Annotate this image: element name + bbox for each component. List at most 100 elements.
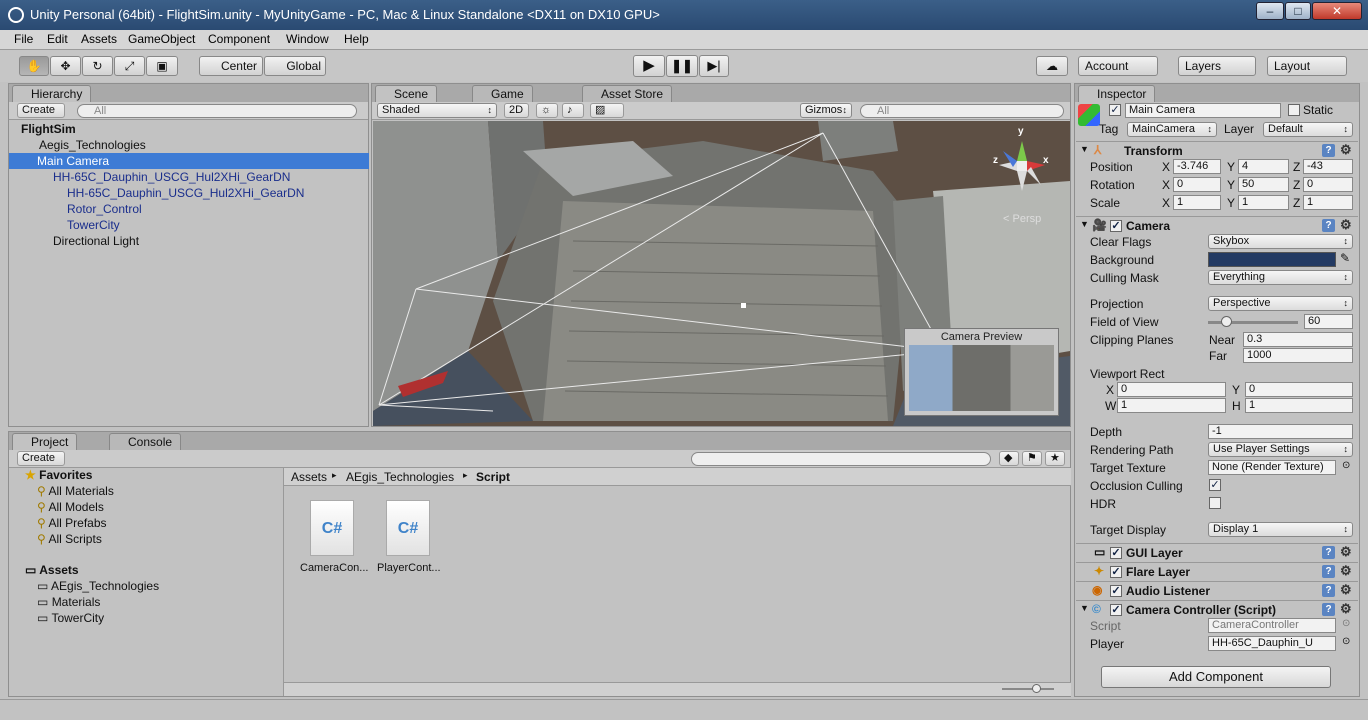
- hdr-checkbox[interactable]: [1209, 497, 1221, 509]
- add-component-button[interactable]: Add Component: [1101, 666, 1331, 688]
- favorite-star-icon[interactable]: ★: [1045, 451, 1065, 466]
- help-icon[interactable]: ?: [1322, 546, 1335, 559]
- tab-project[interactable]: Project: [12, 433, 78, 450]
- move-tool-icon[interactable]: ✥: [50, 56, 81, 76]
- object-picker-icon[interactable]: ⊙: [1342, 460, 1350, 471]
- menu-file[interactable]: File: [14, 32, 33, 46]
- account-dropdown[interactable]: Account: [1078, 56, 1158, 76]
- gear-icon[interactable]: ⚙: [1340, 142, 1352, 158]
- layer-dropdown[interactable]: Default: [1263, 122, 1353, 137]
- object-name-input[interactable]: Main Camera: [1125, 103, 1281, 118]
- scale-z-field[interactable]: 1: [1303, 195, 1353, 210]
- space-global-button[interactable]: Global: [264, 56, 326, 76]
- transform-header[interactable]: ▼ ⅄ Transform ? ⚙: [1076, 141, 1358, 159]
- player-field[interactable]: HH-65C_Dauphin_U: [1208, 636, 1336, 651]
- projection-dropdown[interactable]: Perspective: [1208, 296, 1353, 311]
- tab-scene[interactable]: Scene: [375, 85, 438, 102]
- scale-tool-icon[interactable]: ⤢: [114, 56, 145, 76]
- hierarchy-item[interactable]: HH-65C_Dauphin_USCG_Hul2XHi_GearDN: [9, 185, 369, 201]
- gear-icon[interactable]: ⚙: [1340, 544, 1352, 560]
- project-search-input[interactable]: [691, 452, 991, 466]
- static-checkbox[interactable]: [1288, 104, 1300, 116]
- hierarchy-search-input[interactable]: All: [77, 104, 357, 118]
- rotation-y-field[interactable]: 50: [1238, 177, 1289, 192]
- gear-icon[interactable]: ⚙: [1340, 582, 1352, 598]
- hand-tool-icon[interactable]: ✋: [19, 56, 49, 76]
- gui-layer-header[interactable]: ▭ ✓ GUI Layer ? ⚙: [1076, 543, 1358, 561]
- tab-inspector[interactable]: Inspector: [1078, 85, 1156, 102]
- csharp-file-icon[interactable]: C#: [310, 500, 354, 556]
- slider-thumb[interactable]: [1032, 684, 1041, 693]
- rect-tool-icon[interactable]: ▣: [146, 56, 178, 76]
- effects-icon[interactable]: ▨: [590, 103, 624, 118]
- position-z-field[interactable]: -43: [1303, 159, 1353, 174]
- hierarchy-item[interactable]: Aegis_Technologies: [9, 137, 369, 153]
- menu-gameobject[interactable]: GameObject: [128, 32, 195, 46]
- help-icon[interactable]: ?: [1322, 584, 1335, 597]
- camera-controller-checkbox[interactable]: ✓: [1110, 604, 1122, 616]
- menu-assets[interactable]: Assets: [81, 32, 117, 46]
- help-icon[interactable]: ?: [1322, 144, 1335, 157]
- favorite-item[interactable]: ⚲ All Prefabs: [37, 516, 107, 530]
- filter-type-icon[interactable]: ◆: [999, 451, 1019, 466]
- favorite-item[interactable]: ⚲ All Scripts: [37, 532, 102, 546]
- viewport-w-field[interactable]: 1: [1117, 398, 1226, 413]
- asset-folder[interactable]: ▭ Materials: [37, 595, 100, 609]
- layers-dropdown[interactable]: Layers: [1178, 56, 1256, 76]
- fov-field[interactable]: 60: [1304, 314, 1353, 329]
- filter-label-icon[interactable]: ⚑: [1022, 451, 1042, 466]
- play-icon[interactable]: ▶: [633, 55, 665, 77]
- target-texture-field[interactable]: None (Render Texture): [1208, 460, 1336, 475]
- scene-row[interactable]: FlightSim: [9, 121, 369, 137]
- scale-x-field[interactable]: 1: [1173, 195, 1221, 210]
- close-button[interactable]: ✕: [1312, 2, 1362, 20]
- cloud-icon[interactable]: ☁: [1036, 56, 1068, 76]
- viewport-y-field[interactable]: 0: [1245, 382, 1353, 397]
- gear-icon[interactable]: ⚙: [1340, 601, 1352, 617]
- target-display-dropdown[interactable]: Display 1: [1208, 522, 1353, 537]
- viewport-x-field[interactable]: 0: [1117, 382, 1226, 397]
- tab-asset-store[interactable]: Asset Store: [582, 85, 673, 102]
- fov-slider-thumb[interactable]: [1221, 316, 1232, 327]
- flare-layer-header[interactable]: ✦ ✓ Flare Layer ? ⚙: [1076, 562, 1358, 580]
- rotation-z-field[interactable]: 0: [1303, 177, 1353, 192]
- menu-window[interactable]: Window: [286, 32, 329, 46]
- menu-component[interactable]: Component: [208, 32, 270, 46]
- rotate-tool-icon[interactable]: ↻: [82, 56, 113, 76]
- pivot-center-button[interactable]: Center: [199, 56, 263, 76]
- favorite-item[interactable]: ⚲ All Models: [37, 500, 104, 514]
- audio-listener-checkbox[interactable]: ✓: [1110, 585, 1122, 597]
- scene-search-input[interactable]: All: [860, 104, 1064, 118]
- position-y-field[interactable]: 4: [1238, 159, 1289, 174]
- far-field[interactable]: 1000: [1243, 348, 1353, 363]
- tag-dropdown[interactable]: MainCamera: [1127, 122, 1217, 137]
- hierarchy-item-selected[interactable]: Main Camera: [9, 153, 369, 169]
- depth-field[interactable]: -1: [1208, 424, 1353, 439]
- occlusion-culling-checkbox[interactable]: ✓: [1209, 479, 1221, 491]
- 2d-toggle[interactable]: 2D: [504, 103, 529, 118]
- rotation-x-field[interactable]: 0: [1173, 177, 1221, 192]
- menu-help[interactable]: Help: [344, 32, 369, 46]
- breadcrumb-item[interactable]: Assets: [291, 470, 327, 484]
- favorite-item[interactable]: ⚲ All Materials: [37, 484, 114, 498]
- step-icon[interactable]: ▶|: [699, 55, 729, 77]
- gui-layer-checkbox[interactable]: ✓: [1110, 547, 1122, 559]
- shading-dropdown[interactable]: Shaded: [377, 103, 497, 118]
- tab-hierarchy[interactable]: Hierarchy: [12, 85, 92, 102]
- minimize-button[interactable]: –: [1256, 2, 1284, 20]
- eyedropper-icon[interactable]: ✎: [1340, 251, 1350, 265]
- rendering-path-dropdown[interactable]: Use Player Settings: [1208, 442, 1353, 457]
- favorites-header[interactable]: ★ Favorites: [25, 468, 92, 482]
- menu-edit[interactable]: Edit: [47, 32, 68, 46]
- position-x-field[interactable]: -3.746: [1173, 159, 1221, 174]
- maximize-button[interactable]: □: [1285, 2, 1311, 20]
- flare-layer-checkbox[interactable]: ✓: [1110, 566, 1122, 578]
- tab-game[interactable]: Game: [472, 85, 533, 102]
- viewport-h-field[interactable]: 1: [1245, 398, 1353, 413]
- near-field[interactable]: 0.3: [1243, 332, 1353, 347]
- project-create-button[interactable]: Create: [17, 451, 65, 466]
- help-icon[interactable]: ?: [1322, 219, 1335, 232]
- hierarchy-item[interactable]: Rotor_Control: [9, 201, 369, 217]
- hierarchy-item[interactable]: Directional Light: [9, 233, 369, 249]
- camera-controller-header[interactable]: ▼ © ✓ Camera Controller (Script) ? ⚙: [1076, 600, 1358, 618]
